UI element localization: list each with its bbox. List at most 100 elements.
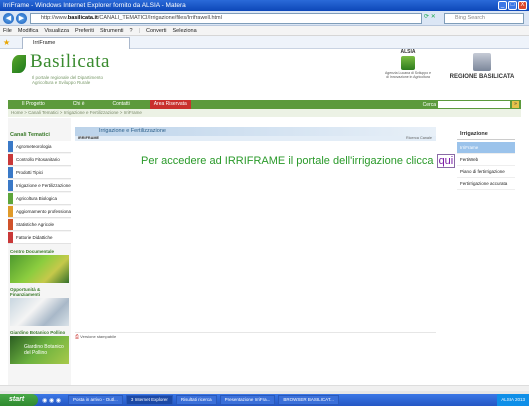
menu-visualizza[interactable]: Visualizza [44,26,69,35]
right-item-irriframe[interactable]: IrriFrame [457,142,515,154]
basilicata-logo-icon[interactable] [12,55,26,73]
menu-file[interactable]: File [3,26,12,35]
site-search-go-icon[interactable]: » [512,101,519,108]
breadcrumb: Home > Canali Tematici > Irrigazione e F… [8,109,521,117]
task-presentation[interactable]: Presentazione IrriFra... [219,395,276,405]
left-sidebar-item[interactable]: Prodotti Tipici [8,167,71,179]
left-sidebar-item[interactable]: Fattorie Didattiche [8,232,71,244]
left-sidebar-item-label: Statistiche Agricole [16,222,55,227]
promo-giardino-image[interactable]: Giardino Botanico del Pollino [10,336,69,364]
taskbar: start ◉ ◉ ◉ Posta in arrivo - Outl... 3 … [0,394,529,406]
color-bullet-icon [8,180,13,191]
task-outlook[interactable]: Posta in arrivo - Outl... [68,395,123,405]
promo-centro-documentale-image[interactable] [10,255,69,283]
browser-tab[interactable]: IrriFrame [22,37,130,49]
promo-opportunita-title: Opportunità & Finanziamenti [10,287,41,297]
promo-opportunita-image[interactable] [10,298,69,326]
left-sidebar-item[interactable]: Statistiche Agricole [8,219,71,231]
url-prefix: http://www. [41,15,68,21]
left-sidebar-item-label: Fattorie Didattiche [16,235,53,240]
left-sidebar-item[interactable]: Agrometeorologia [8,141,71,153]
right-sidebar: Irrigazione IrriFrame FertiWeb Piano di … [457,127,515,227]
left-sidebar-item-label: Aggiornamento professionale [16,209,71,214]
headline: Per accedere ad IRRIFRAME il portale del… [141,154,456,168]
main-content: Irrigazione e Fertilizzazione IRRIFRAME … [75,127,456,340]
system-tray: ALSIA 2013 [497,394,529,406]
color-bullet-icon [8,141,13,152]
region-logo[interactable]: REGIONE BASILICATA [443,53,521,80]
headline-text: Per accedere ad IRRIFRAME il portale del… [141,155,437,167]
site-logo-subtitle: Il portale regionale del Dipartimento Ag… [32,75,104,85]
refresh-stop-icons[interactable]: ⟳ ✕ [424,13,436,20]
minimize-button[interactable]: _ [498,1,507,10]
right-item-piano-fertirrigazione[interactable]: Piano di fertirrigazione [457,166,515,178]
left-sidebar-title: Canali Tematici [10,132,50,138]
url-field[interactable]: http://www.basilicata.it/CANALI_TEMATICI… [30,13,422,24]
menu-separator: | [138,28,141,34]
left-sidebar-item-label: Irrigazione e Fertilizzazione [16,183,71,188]
nav-progetto[interactable]: Il Progetto [8,100,59,109]
left-sidebar-item-label: Prodotti Tipici [16,170,44,175]
right-item-fertiweb[interactable]: FertiWeb [457,154,515,166]
site-search: Cerca » [423,101,519,108]
print-version-label: Versione stampabile [80,334,117,339]
nav-contatti[interactable]: Contatti [98,100,143,109]
print-version[interactable]: ⎙ Versione stampabile [75,332,436,340]
site-logo-name[interactable]: Basilicata [30,51,110,73]
menu-preferiti[interactable]: Preferiti [75,26,94,35]
select-button[interactable]: Seleziona [173,26,197,35]
left-sidebar: Canali Tematici Agrometeorologia Controll… [8,118,71,385]
forward-icon[interactable]: ▶ [16,13,27,24]
site-nav: Il Progetto Chi è Contatti Area Riservat… [8,100,521,109]
task-browser[interactable]: BROWSER BASILICAT... [278,395,339,405]
menu-help[interactable]: ? [130,26,133,35]
left-sidebar-item[interactable]: Aggiornamento professionale [8,206,71,218]
promo-giardino-text: Giardino Botanico del Pollino [24,344,64,356]
start-button[interactable]: start [0,394,38,406]
left-sidebar-item-label: Agricoltura Biologica [16,196,58,201]
main-sub-label: IRRIFRAME [78,136,100,140]
favorites-bar: ★ IrriFrame [0,36,529,49]
nav-chi-e[interactable]: Chi è [59,100,99,109]
promo-centro-documentale-title: Centro Documentale [10,249,55,254]
url-path: /CANALI_TEMATICI/Irrigazione/files/Irrif… [97,15,222,21]
task-search-results[interactable]: Risultati ricerca [175,395,217,405]
convert-button[interactable]: Converti [146,26,166,35]
alsia-name: ALSIA [400,49,416,55]
task-internet-explorer[interactable]: 3 Internet Explorer [125,395,173,405]
color-bullet-icon [8,206,13,217]
address-bar: ◀ ▶ http://www.basilicata.it/CANALI_TEMA… [0,11,529,26]
menu-strumenti[interactable]: Strumenti [100,26,124,35]
site-search-label: Cerca [422,101,436,108]
alsia-subtitle: Agenzia Lucana di Sviluppo e di Innovazi… [384,71,432,79]
alsia-emblem-icon [401,56,415,70]
left-sidebar-item[interactable]: Irrigazione e Fertilizzazione [8,180,71,192]
promo-giardino-title: Giardino Botanico Pollino [10,330,66,335]
window-titlebar: IrriFrame - Windows Internet Explorer fo… [0,0,529,11]
nav-area-riservata[interactable]: Area Riservata [149,100,191,109]
left-sidebar-item[interactable]: Controllo Fitosanitario [8,154,71,166]
main-sub-right[interactable]: Ricerca Canale [406,136,432,141]
left-sidebar-list: Agrometeorologia Controllo Fitosanitario P… [8,141,71,244]
color-bullet-icon [8,167,13,178]
site-header: Basilicata Il portale regionale del Dipa… [8,49,521,100]
left-sidebar-item[interactable]: Agricoltura Biologica [8,193,71,205]
qui-link[interactable]: qui [436,154,456,168]
right-item-fertirrigazione-accurata[interactable]: Fertirrigazione accurata [457,178,515,190]
close-button[interactable]: X [518,1,527,10]
color-bullet-icon [8,154,13,165]
maximize-button[interactable]: □ [508,1,517,10]
right-sidebar-title: Irrigazione [457,127,515,140]
alsia-logo[interactable]: ALSIA Agenzia Lucana di Sviluppo e di In… [384,49,432,79]
color-bullet-icon [8,219,13,230]
site-search-input[interactable] [438,101,510,108]
favorites-star-icon[interactable]: ★ [3,38,10,47]
window-controls: _ □ X [498,1,527,10]
menu-bar: File Modifica Visualizza Preferiti Strum… [0,26,529,36]
search-input[interactable]: Bing Search [444,13,524,24]
region-emblem-icon [473,53,491,71]
menu-modifica[interactable]: Modifica [18,26,38,35]
quick-launch-icons[interactable]: ◉ ◉ ◉ [38,397,65,404]
back-icon[interactable]: ◀ [3,13,14,24]
url-domain: basilicata.it [67,15,98,21]
